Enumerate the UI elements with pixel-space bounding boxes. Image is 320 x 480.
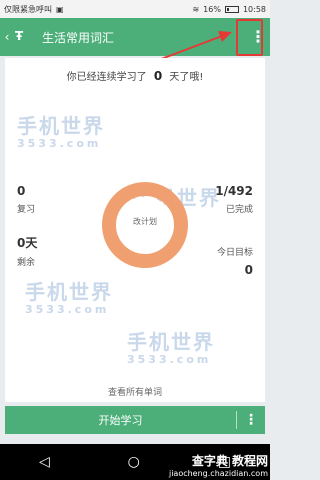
status-bar: 仅限紧急呼叫 ▣ ≋ 16% 10:58 <box>0 0 270 18</box>
status-carrier-text: 仅限紧急呼叫 <box>4 4 52 14</box>
battery-text: 16% <box>203 4 221 14</box>
start-bar: 开始学习 ⋮ <box>5 406 265 434</box>
clock: 10:58 <box>242 4 266 14</box>
streak-prefix: 你已经连续学习了 <box>66 72 147 83</box>
watermark-brand: 手机世界 <box>25 280 113 304</box>
wifi-icon: ≋ <box>192 4 200 14</box>
watermark: 手机世界 3533.com <box>17 110 105 150</box>
watermark-brand: 手机世界 <box>127 330 215 354</box>
completed-label: 已完成 <box>225 205 253 215</box>
watermark-site: 3533.com <box>25 303 110 316</box>
app-bar: ‹ Ŧ 生活常用词汇 ⋮ <box>0 18 270 56</box>
goal-stat: 今日目标 0 <box>217 241 253 277</box>
footer-watermark: 查字典 教程网 jiaocheng.chazidian.com <box>169 452 268 478</box>
completed-value: 1/492 <box>215 184 253 198</box>
streak-text: 你已经连续学习了 0 天了哦! <box>5 68 265 83</box>
change-plan-label[interactable]: 改计划 <box>100 216 190 227</box>
start-learning-button[interactable]: 开始学习 <box>5 412 236 428</box>
review-stat: 0 复习 <box>17 184 35 215</box>
progress-donut[interactable]: 改计划 <box>100 180 190 270</box>
remaining-days: 0天 <box>17 236 38 250</box>
goal-label: 今日目标 <box>216 248 253 258</box>
chevron-left-icon[interactable]: ‹ <box>2 30 12 44</box>
goal-value: 0 <box>244 263 253 277</box>
footer-watermark-line1: 查字典 教程网 <box>191 454 268 468</box>
watermark-site: 3533.com <box>17 137 102 150</box>
footer-watermark-line2: jiaocheng.chazidian.com <box>168 469 268 478</box>
view-all-words-link[interactable]: 查看所有单词 <box>5 385 265 398</box>
completed-stat: 1/492 已完成 <box>215 184 253 215</box>
highlight-box <box>236 19 263 56</box>
image-icon: ▣ <box>56 4 64 14</box>
home-icon[interactable]: ○ <box>128 454 140 470</box>
remaining-stat: 0天 剩余 <box>17 234 37 268</box>
app-logo: Ŧ <box>15 29 24 43</box>
watermark-site: 3533.com <box>127 353 212 366</box>
watermark: 手机世界 3533.com <box>25 276 113 316</box>
progress-card: 你已经连续学习了 0 天了哦! 手机世界 3533.com 手机世界 手机世界 … <box>5 58 265 402</box>
system-nav-bar: ◁ ○ □ 查字典 教程网 jiaocheng.chazidian.com <box>0 444 270 480</box>
review-label: 复习 <box>17 205 36 215</box>
more-vert-icon[interactable]: ⋮ <box>237 412 265 428</box>
page-title: 生活常用词汇 <box>42 30 115 45</box>
streak-suffix: 天了哦! <box>169 72 204 83</box>
streak-days: 0 <box>153 69 163 83</box>
battery-icon <box>224 5 239 13</box>
watermark: 手机世界 3533.com <box>127 326 215 366</box>
remaining-label: 剩余 <box>17 258 36 268</box>
review-count: 0 <box>17 184 26 198</box>
watermark-brand: 手机世界 <box>17 114 105 138</box>
back-icon[interactable]: ◁ <box>39 454 50 470</box>
